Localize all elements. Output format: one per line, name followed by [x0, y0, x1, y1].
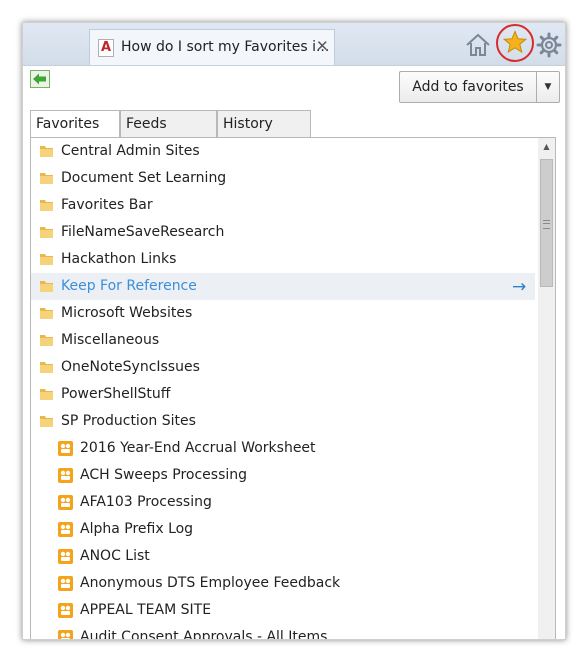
folder-item[interactable]: SP Production Sites	[31, 408, 535, 435]
folder-icon	[40, 146, 53, 157]
folder-item[interactable]: Miscellaneous	[31, 327, 535, 354]
star-icon	[503, 30, 527, 54]
sharepoint-icon	[58, 630, 73, 639]
sharepoint-icon	[58, 495, 73, 510]
chevron-down-icon[interactable]: ▼	[537, 72, 559, 102]
favorite-link-item[interactable]: ACH Sweeps Processing	[31, 462, 535, 489]
scrollbar-thumb[interactable]	[540, 159, 553, 287]
item-label: Anonymous DTS Employee Feedback	[80, 575, 341, 591]
browser-window: A How do I sort my Favorites i... ✕ Add …	[22, 22, 566, 640]
pdf-icon: A	[98, 39, 114, 57]
sharepoint-icon	[58, 468, 73, 483]
folder-item[interactable]: OneNoteSyncIssues	[31, 354, 535, 381]
browser-tab[interactable]: A How do I sort my Favorites i... ✕	[89, 29, 335, 65]
folder-icon	[40, 362, 53, 373]
favorite-link-item[interactable]: Audit Consent Approvals - All Items	[31, 624, 535, 640]
gear-icon[interactable]	[535, 31, 563, 59]
tab-feeds[interactable]: Feeds	[120, 110, 217, 138]
arrow-right-icon[interactable]: →	[512, 277, 526, 297]
tab-history[interactable]: History	[217, 110, 311, 138]
favorites-list-panel: Central Admin Sites Document Set Learning…	[30, 137, 556, 640]
dock-arrow-icon[interactable]	[30, 70, 50, 88]
home-icon[interactable]	[464, 31, 492, 59]
item-label: Central Admin Sites	[61, 143, 200, 159]
folder-item[interactable]: Keep For Reference →	[31, 273, 535, 300]
folder-item[interactable]: PowerShellStuff	[31, 381, 535, 408]
scrollbar[interactable]: ▲	[538, 138, 555, 639]
folder-item[interactable]: Favorites Bar	[31, 192, 535, 219]
favorite-link-item[interactable]: ANOC List	[31, 543, 535, 570]
favorite-link-item[interactable]: Anonymous DTS Employee Feedback	[31, 570, 535, 597]
item-label: Document Set Learning	[61, 170, 227, 186]
folder-icon	[40, 200, 53, 211]
item-label: Favorites Bar	[61, 197, 153, 213]
tab-favorites[interactable]: Favorites	[30, 110, 120, 139]
folder-icon	[40, 389, 53, 400]
favorites-button[interactable]	[496, 24, 534, 62]
item-label: ANOC List	[80, 548, 150, 564]
sharepoint-icon	[58, 522, 73, 537]
item-label: Miscellaneous	[61, 332, 160, 348]
folder-icon	[40, 227, 53, 238]
item-label: PowerShellStuff	[61, 386, 171, 402]
folder-item[interactable]: Central Admin Sites	[31, 138, 535, 165]
item-label: Keep For Reference	[61, 278, 197, 294]
add-to-favorites-button[interactable]: Add to favorites ▼	[399, 71, 560, 103]
folder-icon	[40, 254, 53, 265]
folder-icon	[40, 308, 53, 319]
tab-strip: A How do I sort my Favorites i... ✕	[23, 23, 565, 66]
sharepoint-icon	[58, 603, 73, 618]
sharepoint-icon	[58, 549, 73, 564]
folder-item[interactable]: Hackathon Links	[31, 246, 535, 273]
item-label: OneNoteSyncIssues	[61, 359, 200, 375]
item-label: APPEAL TEAM SITE	[80, 602, 212, 618]
item-label: Audit Consent Approvals - All Items	[80, 629, 328, 640]
item-label: 2016 Year-End Accrual Worksheet	[80, 440, 316, 456]
grip-icon	[543, 220, 550, 229]
folder-item[interactable]: Microsoft Websites	[31, 300, 535, 327]
scroll-up-button[interactable]: ▲	[538, 138, 555, 155]
item-label: AFA103 Processing	[80, 494, 212, 510]
item-label: FileNameSaveResearch	[61, 224, 225, 240]
item-label: Alpha Prefix Log	[80, 521, 194, 537]
sharepoint-icon	[58, 576, 73, 591]
add-to-favorites-label: Add to favorites	[412, 79, 524, 95]
folder-item[interactable]: FileNameSaveResearch	[31, 219, 535, 246]
item-label: SP Production Sites	[61, 413, 196, 429]
folder-item[interactable]: Document Set Learning	[31, 165, 535, 192]
favorite-link-item[interactable]: 2016 Year-End Accrual Worksheet	[31, 435, 535, 462]
folder-icon	[40, 281, 53, 292]
sharepoint-icon	[58, 441, 73, 456]
folder-icon	[40, 416, 53, 427]
folder-icon	[40, 335, 53, 346]
favorite-link-item[interactable]: Alpha Prefix Log	[31, 516, 535, 543]
close-tab-icon[interactable]: ✕	[316, 37, 329, 55]
tab-title: How do I sort my Favorites i...	[121, 39, 330, 55]
favorite-link-item[interactable]: AFA103 Processing	[31, 489, 535, 516]
item-label: ACH Sweeps Processing	[80, 467, 248, 483]
favorites-list: Central Admin Sites Document Set Learning…	[31, 138, 535, 640]
favorites-toolbar: Add to favorites ▼	[23, 66, 565, 106]
item-label: Microsoft Websites	[61, 305, 193, 321]
folder-icon	[40, 173, 53, 184]
item-label: Hackathon Links	[61, 251, 177, 267]
favorite-link-item[interactable]: APPEAL TEAM SITE	[31, 597, 535, 624]
